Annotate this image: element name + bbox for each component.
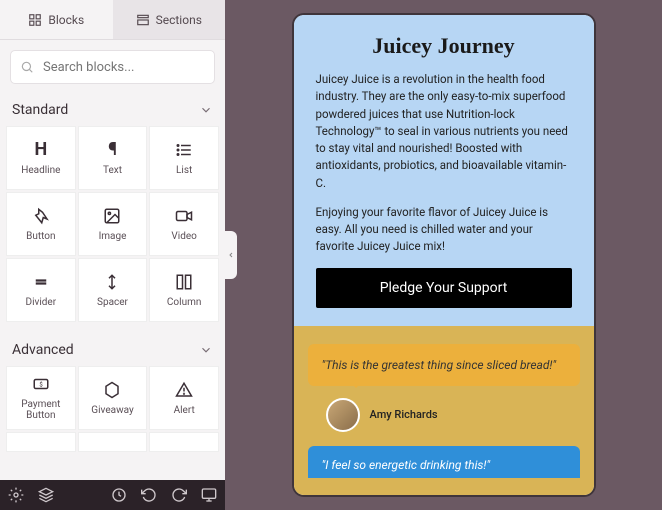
block-label: Alert: [174, 405, 195, 416]
video-icon: [175, 207, 193, 225]
image-icon: [103, 207, 121, 225]
standard-grid: HHeadline ¶Text List Button Image Video …: [0, 126, 225, 322]
spacer-icon: [103, 273, 121, 291]
svg-text:$: $: [39, 381, 43, 388]
sidebar: Blocks Sections Standard H Headline ¶ Text…: [0, 0, 225, 510]
block-video[interactable]: Video: [149, 192, 219, 256]
text-icon: ¶: [108, 141, 117, 159]
alert-icon: [175, 381, 193, 399]
testimonial-author: Amy Richards: [308, 394, 580, 446]
block-label: Payment Button: [7, 399, 75, 421]
block-label: Spacer: [97, 297, 128, 308]
intro-paragraph-2: Enjoying your favorite flavor of Juicey …: [316, 204, 572, 256]
block-extra-2[interactable]: [78, 432, 148, 452]
testimonial-quote-2: "I feel so energetic drinking this!": [308, 446, 580, 478]
block-label: Video: [171, 231, 196, 242]
avatar: [326, 398, 360, 432]
headline-icon: H: [34, 141, 47, 159]
block-giveaway[interactable]: Giveaway: [78, 366, 148, 430]
chevron-left-icon: [227, 251, 235, 259]
block-label: Headline: [21, 165, 60, 176]
tab-sections[interactable]: Sections: [113, 0, 226, 39]
block-label: Column: [167, 297, 201, 308]
block-image[interactable]: Image: [78, 192, 148, 256]
intro-paragraph-1: Juicey Juice is a revolution in the heal…: [316, 71, 572, 192]
block-divider[interactable]: Divider: [6, 258, 76, 322]
phone-preview[interactable]: Juicey Journey Juicey Juice is a revolut…: [294, 15, 594, 495]
page-title: Juicey Journey: [316, 33, 572, 59]
block-label: Divider: [26, 297, 57, 308]
section-advanced-title: Advanced: [12, 342, 74, 358]
testimonials-section: "This is the greatest thing since sliced…: [294, 326, 594, 496]
section-standard-title: Standard: [12, 102, 68, 118]
block-headline[interactable]: H Headline: [6, 126, 76, 190]
giveaway-icon: [103, 381, 121, 399]
layers-icon[interactable]: [38, 487, 54, 503]
search-area: [0, 40, 225, 94]
hero-section: Juicey Journey Juicey Juice is a revolut…: [294, 15, 594, 326]
chevron-down-icon: [199, 343, 213, 357]
column-icon: [175, 273, 193, 291]
block-label: Giveaway: [91, 405, 133, 416]
canvas: Juicey Journey Juicey Juice is a revolut…: [225, 0, 662, 510]
block-payment-button[interactable]: $ Payment Button: [6, 366, 76, 430]
testimonial-quote-1: "This is the greatest thing since sliced…: [308, 344, 580, 386]
block-column[interactable]: Column: [149, 258, 219, 322]
button-icon: [32, 207, 50, 225]
cta-button[interactable]: Pledge Your Support: [316, 268, 572, 308]
block-extra-1[interactable]: [6, 432, 76, 452]
sections-icon: [136, 13, 150, 27]
list-icon: [175, 141, 193, 159]
blocks-icon: [28, 13, 42, 27]
desktop-icon[interactable]: [201, 487, 217, 503]
block-label: List: [176, 165, 192, 176]
tab-blocks-label: Blocks: [48, 13, 84, 27]
block-label: Image: [99, 231, 127, 242]
undo-icon[interactable]: [141, 487, 157, 503]
block-label: Button: [26, 231, 55, 242]
block-list[interactable]: List: [149, 126, 219, 190]
tab-sections-label: Sections: [156, 13, 202, 27]
block-extra-3[interactable]: [149, 432, 219, 452]
advanced-grid: $ Payment Button Giveaway Alert: [0, 366, 225, 452]
section-advanced-header[interactable]: Advanced: [0, 334, 225, 366]
tab-blocks[interactable]: Blocks: [0, 0, 113, 39]
redo-icon[interactable]: [171, 487, 187, 503]
section-standard-header[interactable]: Standard: [0, 94, 225, 126]
bottom-toolbar: [0, 480, 225, 510]
panel-collapse-handle[interactable]: [225, 231, 237, 279]
payment-icon: $: [32, 375, 50, 393]
chevron-down-icon: [199, 103, 213, 117]
tabs: Blocks Sections: [0, 0, 225, 40]
search-input[interactable]: [10, 50, 215, 84]
history-icon[interactable]: [111, 487, 127, 503]
block-text[interactable]: ¶ Text: [78, 126, 148, 190]
block-spacer[interactable]: Spacer: [78, 258, 148, 322]
blocks-scroll[interactable]: Standard H Headline ¶ Text List Button Ima…: [0, 94, 225, 510]
author-name: Amy Richards: [370, 408, 438, 421]
divider-icon: [32, 273, 50, 291]
block-button[interactable]: Button: [6, 192, 76, 256]
search-icon: [20, 60, 34, 74]
gear-icon[interactable]: [8, 487, 24, 503]
block-alert[interactable]: Alert: [149, 366, 219, 430]
block-label: Text: [103, 165, 122, 176]
